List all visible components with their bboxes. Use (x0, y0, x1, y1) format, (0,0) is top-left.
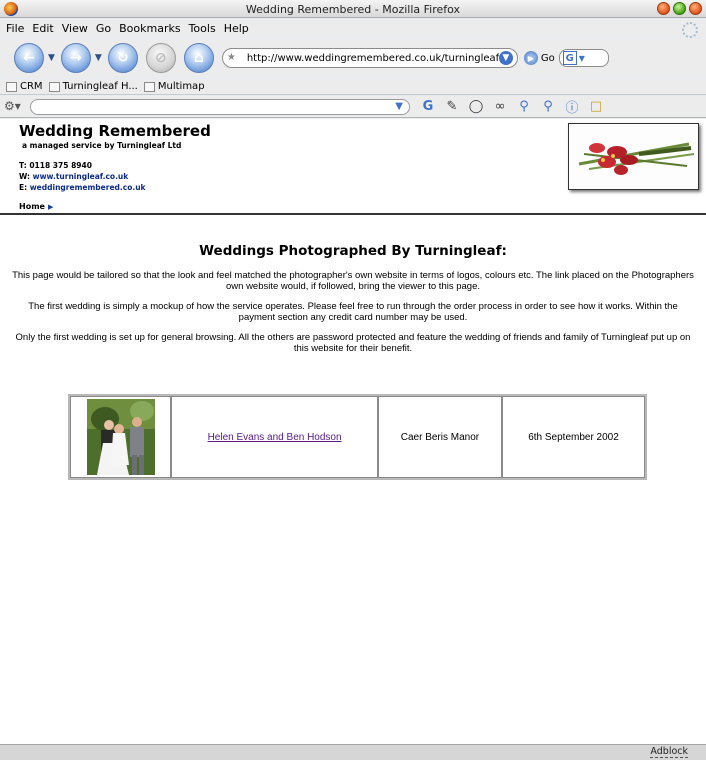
binoculars-icon[interactable]: ∞ (492, 99, 508, 114)
toolbar-search-input[interactable]: ▼ (30, 98, 410, 115)
access-paragraph: Only the first wedding is set up for gen… (15, 332, 691, 354)
wedding-table: Helen Evans and Ben Hodson Caer Beris Ma… (68, 394, 647, 480)
site-icon: ★ (226, 52, 236, 63)
google-toolbar: ⚙▾ ▼ G ✎ ◯ ∞ ⚲ ⚲ ⓘ □ (0, 96, 706, 118)
menu-bar: File Edit View Go Bookmarks Tools Help (0, 19, 706, 37)
adblock-link[interactable]: Adblock (650, 746, 688, 758)
site-title: Wedding Remembered (19, 122, 211, 140)
page-viewport: Wedding Remembered a managed service by … (0, 119, 706, 744)
navigation-toolbar: ← ▼ → ▼ ↻ ⊘ ⌂ ★ http://www.weddingrememb… (0, 38, 706, 78)
zoom-in-icon[interactable]: ⚲ (540, 99, 556, 114)
site-tagline: a managed service by Turningleaf Ltd (22, 141, 182, 150)
wedding-thumbnail-cell (70, 396, 172, 478)
speech-bubble-icon[interactable]: ◯ (468, 99, 484, 114)
forward-history-dropdown[interactable]: ▼ (95, 53, 102, 63)
search-engine-dropdown-icon[interactable]: ▼ (579, 54, 585, 63)
bookmark-turningleaf[interactable]: Turningleaf H... (48, 81, 138, 92)
close-button[interactable] (689, 2, 702, 15)
header-bouquet-image (568, 123, 699, 190)
page-heading: Weddings Photographed By Turningleaf: (199, 243, 507, 259)
google-icon: G (562, 51, 577, 65)
window-title: Wedding Remembered - Mozilla Firefox (245, 3, 461, 16)
back-arrow-icon: ← (23, 50, 35, 66)
reload-button[interactable]: ↻ (107, 43, 138, 73)
bouquet-image (569, 124, 698, 189)
wedding-thumbnail[interactable] (86, 399, 155, 475)
throbber-icon (682, 22, 698, 38)
bookmark-page-icon (48, 81, 60, 92)
url-dropdown-icon[interactable]: ▼ (498, 51, 513, 65)
bookmarks-toolbar: CRM Turningleaf H... Multimap (0, 79, 706, 95)
forward-button[interactable]: → (60, 43, 91, 73)
page-info-icon[interactable]: ✎ (444, 99, 460, 114)
main-content: Weddings Photographed By Turningleaf: Th… (0, 215, 706, 354)
toolbar-menu-icon[interactable]: ⚙▾ (4, 99, 24, 115)
address-bar[interactable]: ★ http://www.weddingremembered.co.uk/tur… (221, 48, 518, 68)
window-titlebar: Wedding Remembered - Mozilla Firefox (0, 0, 706, 18)
stop-icon: ⊘ (154, 50, 167, 66)
email-link[interactable]: weddingremembered.co.uk (30, 183, 146, 192)
magnifier-icon[interactable]: ⚲ (516, 99, 532, 114)
minimize-button[interactable] (657, 2, 670, 15)
contact-block: T: 0118 375 8940 W: www.turningleaf.co.u… (19, 161, 146, 192)
info-icon[interactable]: ⓘ (564, 97, 580, 116)
wedding-photo (86, 399, 155, 475)
reload-icon: ↻ (116, 50, 129, 66)
bookmark-page-icon (143, 81, 155, 92)
toolbar-search-dropdown-icon[interactable]: ▼ (395, 101, 403, 112)
bookmark-page-icon (6, 81, 17, 92)
menu-bookmarks[interactable]: Bookmarks (119, 22, 180, 35)
menu-help[interactable]: Help (224, 22, 249, 35)
home-button[interactable]: ⌂ (183, 43, 214, 73)
maximize-button[interactable] (673, 2, 686, 15)
search-box[interactable]: G ▼ (558, 49, 609, 67)
go-arrow-icon: ▶ (523, 51, 538, 65)
menu-go[interactable]: Go (96, 22, 111, 35)
stop-button[interactable]: ⊘ (145, 43, 176, 73)
bookmark-multimap[interactable]: Multimap (143, 81, 205, 92)
site-header: Wedding Remembered a managed service by … (0, 119, 706, 215)
wedding-couple-cell: Helen Evans and Ben Hodson (171, 396, 378, 478)
status-bar: Adblock (0, 744, 706, 760)
url-text[interactable]: http://www.weddingremembered.co.uk/turni… (247, 53, 499, 64)
go-button[interactable]: ▶ Go (523, 51, 555, 65)
back-history-dropdown[interactable]: ▼ (48, 53, 55, 63)
menu-file[interactable]: File (6, 22, 24, 35)
wedding-venue: Caer Beris Manor (377, 396, 502, 478)
menu-edit[interactable]: Edit (32, 22, 53, 35)
intro-paragraph: This page would be tailored so that the … (12, 270, 694, 292)
website-link[interactable]: www.turningleaf.co.uk (33, 172, 129, 181)
back-button[interactable]: ← (14, 43, 44, 73)
menu-tools[interactable]: Tools (189, 22, 216, 35)
phone-number: T: 0118 375 8940 (19, 161, 92, 170)
wedding-date: 6th September 2002 (502, 396, 645, 478)
menu-view[interactable]: View (62, 22, 88, 35)
mockup-paragraph: The first wedding is simply a mockup of … (28, 301, 678, 323)
arrow-right-icon: ▶ (47, 203, 54, 211)
home-icon: ⌂ (193, 50, 204, 66)
home-link[interactable]: Home ▶ (19, 202, 53, 211)
go-label: Go (540, 52, 555, 64)
wedding-couple-link[interactable]: Helen Evans and Ben Hodson (208, 432, 342, 443)
forward-arrow-icon: → (70, 50, 82, 66)
google-search-icon[interactable]: G (420, 99, 436, 114)
folder-icon[interactable]: □ (588, 99, 604, 114)
bookmark-crm[interactable]: CRM (6, 81, 43, 92)
